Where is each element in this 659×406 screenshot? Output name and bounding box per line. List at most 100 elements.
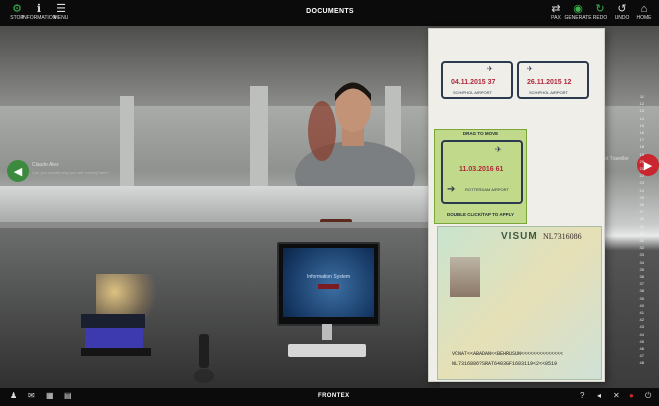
window-title: DOCUMENTS bbox=[306, 8, 354, 15]
information-system-monitor[interactable]: Information System bbox=[277, 242, 380, 326]
pillar bbox=[120, 96, 134, 186]
visa-number: NL7316086 bbox=[543, 232, 582, 241]
stamp-date: 11.03.2016 61 bbox=[459, 166, 504, 173]
previous-traveller-button[interactable]: ◀ bbox=[7, 160, 29, 182]
bottom-toolbar: ♟ ✉ ▦ ▤ FRONTEX ? ◂ ✕ ● ⏻ bbox=[0, 388, 659, 406]
undo-icon: ↺ bbox=[617, 3, 627, 15]
traveller-name: Claude Alex bbox=[32, 162, 59, 168]
stamp-date: 04.11.2015 37 bbox=[451, 79, 496, 86]
visa-title: VISUM bbox=[501, 231, 538, 242]
calculator-icon[interactable]: ▦ bbox=[46, 391, 54, 400]
side-number: 48 bbox=[639, 360, 644, 366]
home-button[interactable]: ⌂ HOME bbox=[633, 3, 655, 23]
side-number: 23 bbox=[639, 180, 644, 186]
side-number: 47 bbox=[639, 353, 644, 359]
refresh-icon: ↻ bbox=[595, 3, 605, 15]
generate-button[interactable]: ◉ GENERATE bbox=[564, 3, 591, 23]
top-toolbar: ⚙ STOP ℹ INFORMATION ☰ MENU DOCUMENTS ⇄ … bbox=[0, 0, 659, 27]
desk-edge bbox=[0, 222, 440, 228]
side-number: 29 bbox=[639, 223, 644, 229]
chat-icon[interactable]: ✉ bbox=[28, 391, 35, 400]
keyboard[interactable] bbox=[288, 344, 366, 357]
arrow-left-icon: ◀ bbox=[13, 165, 23, 178]
side-number: 45 bbox=[639, 338, 644, 344]
border-officer bbox=[295, 82, 415, 191]
side-number: 26 bbox=[639, 202, 644, 207]
counter-top bbox=[0, 186, 440, 222]
side-number: 30 bbox=[639, 230, 644, 236]
stop-icon[interactable]: ● bbox=[629, 391, 634, 400]
stamp-airport: SCHIPHOL AIRPORT bbox=[453, 90, 492, 95]
side-number: 44 bbox=[639, 331, 644, 337]
side-number: 40 bbox=[639, 302, 644, 308]
entry-stamp-1: ✈ 04.11.2015 37 SCHIPHOL AIRPORT bbox=[441, 61, 513, 99]
swap-icon: ⇄ bbox=[551, 3, 561, 15]
side-number: 38 bbox=[639, 288, 644, 294]
stamp-drag-area[interactable]: DRAG TO MOVE ✈ 11.03.2016 61 ➔ ROTTERDAM… bbox=[434, 129, 527, 224]
side-number: 31 bbox=[639, 238, 644, 243]
arrow-right-icon: ▶ bbox=[643, 159, 653, 172]
side-number: 11 bbox=[639, 94, 644, 99]
side-number: 13 bbox=[639, 108, 644, 114]
side-number: 39 bbox=[639, 295, 644, 301]
menu-icon: ☰ bbox=[56, 3, 66, 15]
side-number: 27 bbox=[639, 209, 644, 215]
schengen-visa: VISUM NL7316086 VCNAT<<ABADAN<<BEHRUSUN<… bbox=[437, 226, 602, 380]
holder-photo bbox=[450, 257, 480, 297]
telephone[interactable] bbox=[193, 332, 215, 384]
new-entry-stamp[interactable]: ✈ 11.03.2016 61 ➔ ROTTERDAM AIRPORT bbox=[441, 140, 523, 204]
stamp-airport: ROTTERDAM AIRPORT bbox=[465, 187, 509, 192]
side-number: 18 bbox=[639, 144, 644, 150]
undo-button[interactable]: ↺ UNDO bbox=[611, 3, 633, 23]
help-icon[interactable]: ? bbox=[580, 391, 584, 400]
frontex-logo: FRONTEX bbox=[318, 393, 350, 399]
side-number: 46 bbox=[639, 346, 644, 351]
side-number: 14 bbox=[639, 115, 644, 121]
home-icon: ⌂ bbox=[640, 3, 648, 15]
side-number: 37 bbox=[639, 281, 644, 287]
traveller-question: Can you explain why you are coming here? bbox=[32, 170, 109, 175]
monitor-screen: Information System bbox=[283, 248, 374, 317]
plane-icon: ✈ bbox=[527, 66, 533, 73]
side-number: 34 bbox=[639, 259, 644, 265]
monitor-stand bbox=[322, 324, 332, 340]
notes-icon[interactable]: ▤ bbox=[64, 391, 72, 400]
double-click-label: DOUBLE CLICK/TAP TO APPLY bbox=[447, 212, 514, 217]
side-number: 35 bbox=[639, 266, 644, 272]
side-number: 28 bbox=[639, 216, 644, 222]
monitor-title: Information System bbox=[306, 274, 351, 280]
side-number: 20 bbox=[639, 158, 644, 164]
side-number: 41 bbox=[639, 310, 644, 315]
side-number: 16 bbox=[639, 130, 644, 135]
side-number: 21 bbox=[639, 166, 644, 171]
menu-button[interactable]: ☰ MENU bbox=[50, 3, 72, 23]
information-button[interactable]: ℹ INFORMATION bbox=[22, 3, 57, 23]
side-number: 36 bbox=[639, 274, 644, 279]
volume-icon[interactable]: ◂ bbox=[597, 391, 601, 400]
stamp-date: 26.11.2015 12 bbox=[527, 79, 572, 86]
side-number: 19 bbox=[639, 151, 644, 157]
redo-button[interactable]: ↻ REDO bbox=[589, 3, 611, 23]
side-number: 33 bbox=[639, 252, 644, 258]
side-number: 15 bbox=[639, 122, 644, 128]
person-icon[interactable]: ♟ bbox=[10, 391, 17, 400]
mrz-line-1: VCNAT<<ABADAN<<BEHRUSUN<<<<<<<<<<<<<< bbox=[452, 351, 564, 357]
side-number: 17 bbox=[639, 137, 644, 143]
side-number: 25 bbox=[639, 194, 644, 200]
side-number: 22 bbox=[639, 173, 644, 179]
login-button[interactable] bbox=[318, 284, 339, 289]
document-scanner[interactable] bbox=[77, 310, 153, 358]
pillar bbox=[250, 86, 268, 186]
eye-icon: ◉ bbox=[573, 3, 583, 15]
entry-stamp-2: ✈ 26.11.2015 12 SCHIPHOL AIRPORT bbox=[517, 61, 589, 99]
side-number: 42 bbox=[639, 317, 644, 323]
exit-icon[interactable]: ⏻ bbox=[645, 391, 651, 401]
passport-page[interactable]: ✈ 04.11.2015 37 SCHIPHOL AIRPORT ✈ 26.11… bbox=[428, 28, 605, 382]
side-number: 43 bbox=[639, 324, 644, 330]
fullscreen-icon[interactable]: ✕ bbox=[613, 391, 620, 400]
plane-icon: ✈ bbox=[487, 66, 493, 73]
info-icon: ℹ bbox=[36, 3, 42, 15]
entry-arrow-icon: ➔ bbox=[447, 184, 456, 195]
drag-to-move-label: DRAG TO MOVE bbox=[462, 131, 499, 136]
gear-icon: ⚙ bbox=[12, 3, 22, 15]
